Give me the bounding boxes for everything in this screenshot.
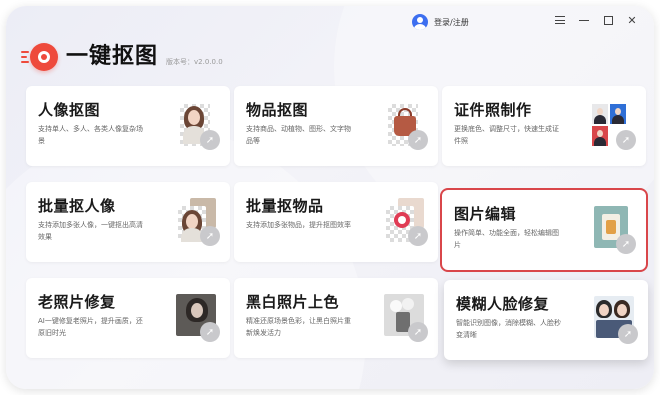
minimize-button[interactable] bbox=[578, 13, 590, 27]
enter-arrow-icon[interactable]: ➚ bbox=[616, 234, 636, 254]
close-icon: ✕ bbox=[627, 13, 637, 27]
minimize-icon bbox=[579, 19, 589, 21]
card-description: 支持添加多张物品，提升抠图效率 bbox=[246, 221, 351, 229]
enter-arrow-icon[interactable]: ➚ bbox=[408, 322, 428, 342]
card-title: 黑白照片上色 bbox=[246, 293, 340, 311]
card-description: 智能识别图像，消除模糊、人脸秒变清晰 bbox=[456, 319, 561, 339]
maximize-button[interactable] bbox=[602, 13, 614, 27]
card-batch-items[interactable]: 批量抠物品 支持添加多张物品，提升抠图效率 ➚ bbox=[234, 182, 438, 262]
card-colorize-bw[interactable]: 黑白照片上色 精准还原场景色彩，让黑白照片重新焕发活力 ➚ bbox=[234, 278, 438, 358]
menu-icon bbox=[555, 16, 565, 24]
card-title: 人像抠图 bbox=[38, 101, 101, 119]
enter-arrow-icon[interactable]: ➚ bbox=[408, 226, 428, 246]
card-description: 支持添加多张人像，一键抠出高清效果 bbox=[38, 221, 143, 241]
window-controls: ✕ bbox=[554, 13, 638, 27]
enter-arrow-icon[interactable]: ➚ bbox=[408, 130, 428, 150]
version-label: 版本号：v2.0.0.0 bbox=[166, 58, 223, 66]
card-description: 支持商品、动植物、图形、文字物品等 bbox=[246, 125, 351, 145]
card-description: 支持单人、多人、各类人像复杂场景 bbox=[38, 125, 143, 145]
card-title: 批量抠人像 bbox=[38, 197, 116, 215]
card-old-photo-restore[interactable]: 老照片修复 AI一键修复老照片，提升画质，还原旧时光 ➚ bbox=[26, 278, 230, 358]
app-logo-icon bbox=[21, 43, 58, 71]
app-title: 一键抠图 bbox=[66, 44, 159, 69]
enter-arrow-icon[interactable]: ➚ bbox=[200, 322, 220, 342]
card-id-photo[interactable]: 证件照制作 更换底色、调整尺寸，快速生成证件照 ➚ bbox=[442, 86, 646, 166]
enter-arrow-icon[interactable]: ➚ bbox=[200, 226, 220, 246]
card-image-edit[interactable]: 图片编辑 操作简单、功能全面，轻松编辑图片 ➚ bbox=[440, 188, 648, 272]
card-title: 模糊人脸修复 bbox=[456, 295, 550, 313]
user-avatar-icon[interactable] bbox=[412, 14, 428, 30]
enter-arrow-icon[interactable]: ➚ bbox=[616, 130, 636, 150]
card-title: 老照片修复 bbox=[38, 293, 116, 311]
maximize-icon bbox=[603, 15, 613, 25]
app-window: 登录/注册 ✕ 一键抠图 版本号：v2.0.0.0 人像抠图 支持单人、多人、各… bbox=[6, 6, 654, 389]
card-portrait-cutout[interactable]: 人像抠图 支持单人、多人、各类人像复杂场景 ➚ bbox=[26, 86, 230, 166]
brand-header: 一键抠图 版本号：v2.0.0.0 bbox=[21, 43, 223, 71]
card-face-restore[interactable]: 模糊人脸修复 智能识别图像，消除模糊、人脸秒变清晰 ➚ bbox=[444, 280, 648, 360]
card-title: 批量抠物品 bbox=[246, 197, 324, 215]
close-button[interactable]: ✕ bbox=[626, 13, 638, 27]
card-item-cutout[interactable]: 物品抠图 支持商品、动植物、图形、文字物品等 ➚ bbox=[234, 86, 438, 166]
user-login[interactable]: 登录/注册 bbox=[412, 14, 469, 30]
card-batch-portrait[interactable]: 批量抠人像 支持添加多张人像，一键抠出高清效果 ➚ bbox=[26, 182, 230, 262]
card-title: 证件照制作 bbox=[454, 101, 532, 119]
menu-button[interactable] bbox=[554, 13, 566, 27]
enter-arrow-icon[interactable]: ➚ bbox=[618, 324, 638, 344]
enter-arrow-icon[interactable]: ➚ bbox=[200, 130, 220, 150]
card-description: 更换底色、调整尺寸，快速生成证件照 bbox=[454, 125, 559, 145]
login-register-link[interactable]: 登录/注册 bbox=[434, 17, 469, 28]
card-description: 操作简单、功能全面，轻松编辑图片 bbox=[454, 229, 559, 249]
card-title: 图片编辑 bbox=[454, 205, 517, 223]
card-title: 物品抠图 bbox=[246, 101, 309, 119]
card-description: 精准还原场景色彩，让黑白照片重新焕发活力 bbox=[246, 317, 351, 337]
card-description: AI一键修复老照片，提升画质，还原旧时光 bbox=[38, 317, 143, 337]
